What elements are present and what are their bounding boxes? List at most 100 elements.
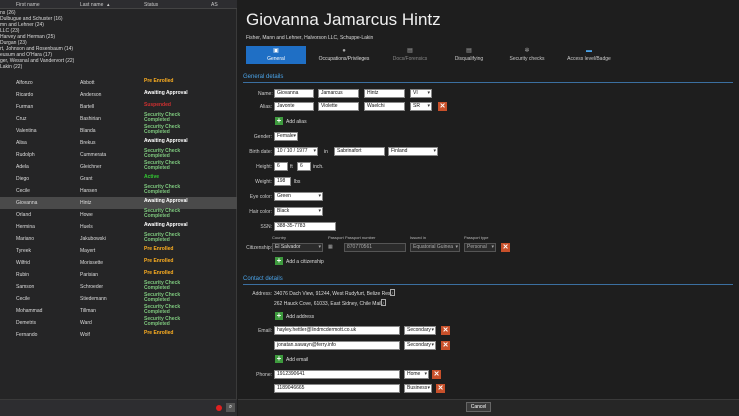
first-name-cell: Samson bbox=[16, 284, 35, 290]
remove-phone-icon[interactable]: ✕ bbox=[436, 384, 445, 393]
table-row[interactable]: Rubin Parisian Pre Enrolled bbox=[0, 269, 237, 281]
weight-stepper[interactable]: 198 bbox=[274, 177, 291, 186]
gender-label: Gender: bbox=[253, 134, 272, 140]
table-row[interactable]: Orland Howe Security Check Completed bbox=[0, 209, 237, 221]
col-as[interactable]: AS bbox=[211, 2, 218, 8]
table-row[interactable]: Demetris Ward Security Check Completed bbox=[0, 317, 237, 329]
status-badge: Pre Enrolled bbox=[144, 78, 174, 84]
email-type-select-2[interactable]: Secondary bbox=[404, 341, 436, 350]
issued-in-select[interactable]: Equatorial Guinea bbox=[410, 243, 460, 252]
last-name-cell: Bartell bbox=[80, 104, 95, 110]
gender-select[interactable]: Female bbox=[274, 132, 298, 141]
col-first-name[interactable]: First name bbox=[16, 2, 40, 8]
last-name-cell: Jakubowski bbox=[80, 236, 106, 242]
alias-suffix-select[interactable]: SR bbox=[410, 102, 432, 111]
add-citizenship-icon[interactable]: + bbox=[275, 257, 283, 265]
add-email-link[interactable]: Add email bbox=[286, 357, 308, 363]
table-row[interactable]: Furman Bartell Suspended bbox=[0, 101, 237, 113]
table-row[interactable]: Cecile Hansen Security Check Completed bbox=[0, 185, 237, 197]
tab-docs-forensics[interactable]: ▤ Docs/Forensics bbox=[380, 46, 440, 64]
birth-country-select[interactable]: Finland bbox=[388, 147, 438, 156]
passport-type-select[interactable]: Personal bbox=[464, 243, 496, 252]
table-row[interactable]: Wilfrid Morissette Pre Enrolled bbox=[0, 257, 237, 269]
address-line-2: 262 Hauck Cove, 61033, East Sidney, Chil… bbox=[274, 301, 383, 307]
email-field-2[interactable]: jonatan.sawayn@ferry.info bbox=[274, 341, 400, 350]
last-name-field[interactable]: Hintz bbox=[364, 89, 405, 98]
search-icon[interactable]: ⌕ bbox=[226, 403, 235, 412]
table-row[interactable]: Mohammad Tillman Security Check Completed bbox=[0, 305, 237, 317]
table-row[interactable]: Adela Gleichner Security Check Completed bbox=[0, 161, 237, 173]
birth-city-field[interactable]: Sabrinafort bbox=[334, 147, 385, 156]
first-name-cell: Cruz bbox=[16, 116, 27, 122]
table-row[interactable]: Fernando Wolf Pre Enrolled bbox=[0, 329, 237, 341]
suffix-select[interactable]: VI bbox=[410, 89, 432, 98]
tab-disqualifying[interactable]: ▤ Disqualifying bbox=[439, 46, 499, 64]
cancel-button[interactable]: Cancel bbox=[466, 402, 491, 412]
height-in-stepper[interactable]: 6 bbox=[297, 162, 311, 171]
info-icon[interactable]: i bbox=[381, 299, 386, 306]
table-row[interactable]: Cecile Stiedemann Security Check Completed bbox=[0, 293, 237, 305]
phone-field-1[interactable]: 1912390641 bbox=[274, 370, 400, 379]
tab-access-level[interactable]: ▬ Access level/Badge bbox=[557, 46, 621, 64]
passport-number-field[interactable]: 870770561 bbox=[344, 243, 406, 252]
ssn-field[interactable]: 388-35-7783 bbox=[274, 222, 336, 231]
phone-type-select-2[interactable]: Business bbox=[404, 384, 432, 393]
alias-first-field[interactable]: Javonte bbox=[274, 102, 314, 111]
remove-email-icon[interactable]: ✕ bbox=[441, 341, 450, 350]
table-row[interactable]: Samson Schroeder Security Check Completed bbox=[0, 281, 237, 293]
info-icon[interactable]: i bbox=[390, 289, 395, 296]
table-row[interactable]: Mariano Jakubowski Security Check Complete… bbox=[0, 233, 237, 245]
person-organizations: Fisher, Mann and Lehner, Halvorson LLC, … bbox=[246, 35, 374, 41]
table-row[interactable]: Tyreek Mayert Pre Enrolled bbox=[0, 245, 237, 257]
add-address-icon[interactable]: + bbox=[275, 312, 283, 320]
last-name-cell: Abbott bbox=[80, 80, 95, 86]
table-row[interactable]: Alfonzo Abbott Pre Enrolled bbox=[0, 77, 237, 89]
col-last-name[interactable]: Last name bbox=[80, 2, 103, 8]
remove-phone-icon[interactable]: ✕ bbox=[432, 370, 441, 379]
first-name-field[interactable]: Giovanna bbox=[274, 89, 314, 98]
add-address-link[interactable]: Add address bbox=[286, 314, 314, 320]
table-row[interactable]: Hermina Huels Awaiting Approval bbox=[0, 221, 237, 233]
tab-security-checks[interactable]: ✲ Security checks bbox=[497, 46, 557, 64]
birth-in-label: in bbox=[324, 149, 328, 155]
group-row[interactable]: Lakin (22) bbox=[0, 64, 237, 70]
remove-email-icon[interactable]: ✕ bbox=[441, 326, 450, 335]
middle-name-field[interactable]: Jamarcus bbox=[318, 89, 359, 98]
table-row[interactable]: Valentina Blanda Security Check Completed bbox=[0, 125, 237, 137]
birth-date-picker[interactable]: 10 / 10 / 1977 bbox=[274, 147, 318, 156]
remove-citizenship-icon[interactable]: ✕ bbox=[501, 243, 510, 252]
table-row[interactable]: Ricardo Anderson Awaiting Approval bbox=[0, 89, 237, 101]
table-row[interactable]: Alisa Brekus Awaiting Approval bbox=[0, 137, 237, 149]
phone-field-2[interactable]: 1189046665 bbox=[274, 384, 400, 393]
height-ft-unit: ft bbox=[290, 164, 293, 170]
email-type-select-1[interactable]: Secondary bbox=[404, 326, 436, 335]
hair-color-select[interactable]: Black bbox=[274, 207, 323, 216]
height-ft-stepper[interactable]: 6 bbox=[274, 162, 288, 171]
status-badge: Security Check Completed bbox=[144, 160, 181, 171]
citizenship-country-select[interactable]: El Salvador bbox=[272, 243, 323, 252]
eye-color-select[interactable]: Green bbox=[274, 192, 323, 201]
alias-middle-field[interactable]: Violette bbox=[318, 102, 359, 111]
add-alias-link[interactable]: Add alias bbox=[286, 119, 307, 125]
add-citizenship-link[interactable]: Add a citizenship bbox=[286, 259, 324, 265]
first-name-cell: Rudolph bbox=[16, 152, 35, 158]
phone-type-select-1[interactable]: Home bbox=[404, 370, 429, 379]
section-contact-details: Contact details bbox=[243, 276, 283, 282]
alias-last-field[interactable]: Waelchi bbox=[364, 102, 405, 111]
add-alias-icon[interactable]: + bbox=[275, 117, 283, 125]
table-row[interactable]: Giovanna Hintz Awaiting Approval bbox=[0, 197, 237, 209]
sort-arrow-icon: ▴ bbox=[107, 2, 110, 8]
add-email-icon[interactable]: + bbox=[275, 355, 283, 363]
remove-alias-icon[interactable]: ✕ bbox=[438, 102, 447, 111]
tab-occupations[interactable]: ● Occupations/Privileges bbox=[311, 46, 377, 64]
last-name-cell: Howe bbox=[80, 212, 93, 218]
calendar-icon[interactable]: ▦ bbox=[328, 244, 333, 250]
table-row[interactable]: Diego Grant Active bbox=[0, 173, 237, 185]
tab-general[interactable]: ▣ General bbox=[246, 46, 306, 64]
col-status[interactable]: Status bbox=[144, 2, 158, 8]
table-row[interactable]: Cruz Bashirian Security Check Completed bbox=[0, 113, 237, 125]
table-row[interactable]: Rudolph Cummerata Security Check Completed bbox=[0, 149, 237, 161]
person-name-title: Giovanna Jamarcus Hintz bbox=[246, 10, 441, 29]
section-divider bbox=[243, 284, 733, 285]
email-field-1[interactable]: hayley.hettler@lindmcdermott.co.uk bbox=[274, 326, 400, 335]
